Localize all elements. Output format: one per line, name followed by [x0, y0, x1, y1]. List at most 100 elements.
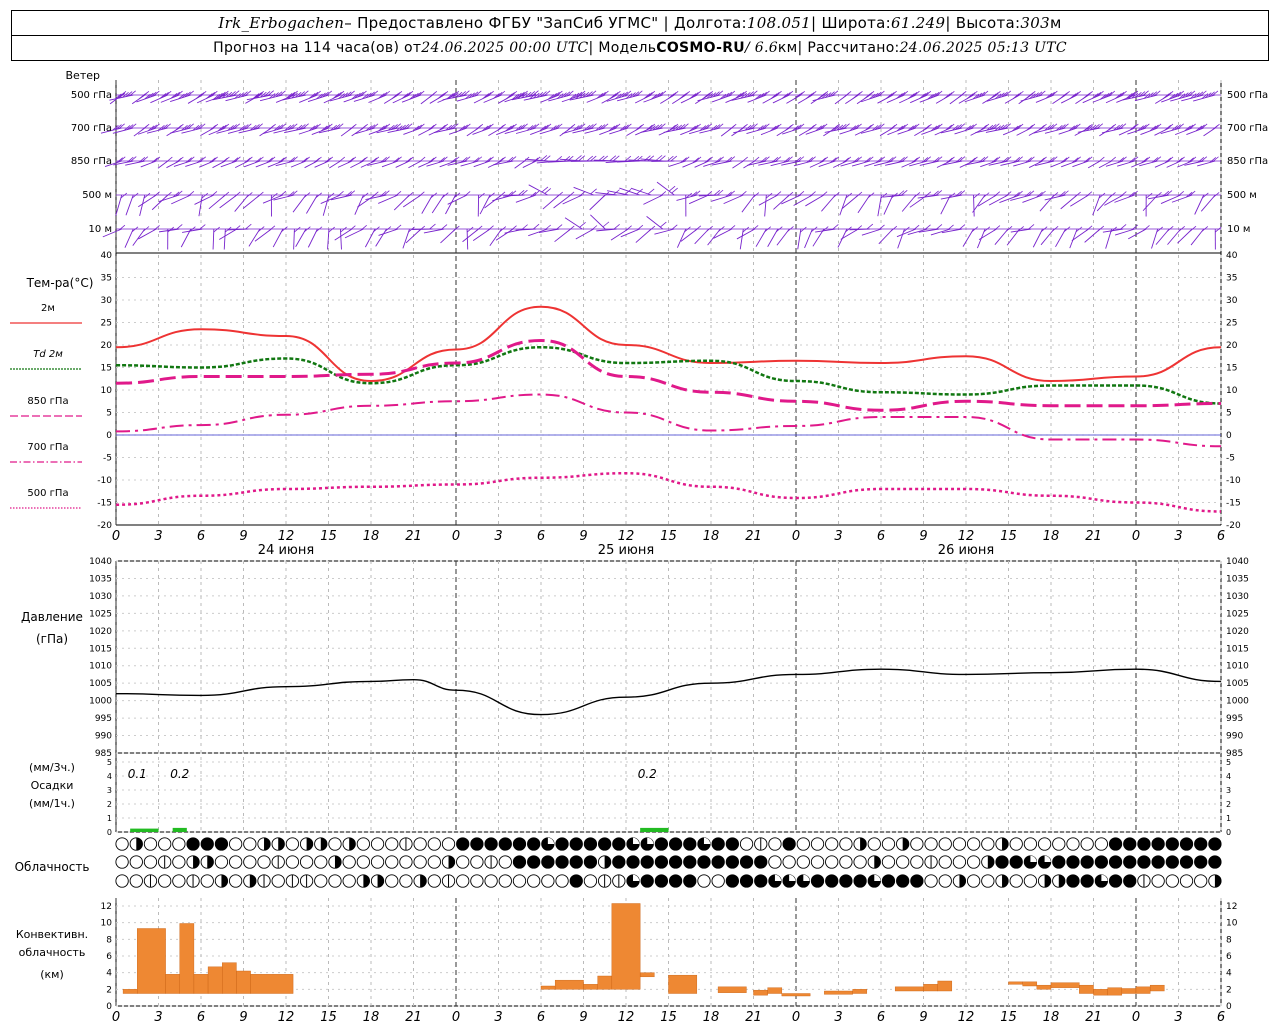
cloud-symbol [782, 855, 796, 869]
wind-feather [118, 224, 126, 231]
pressure-tick-label: 1025 [1226, 609, 1249, 619]
conv-bar [1107, 987, 1123, 996]
hour-tick-label: 21 [405, 529, 422, 544]
cloud-symbol [527, 874, 541, 888]
pressure-tick-label: 990 [95, 732, 112, 742]
wind-feather [294, 226, 301, 233]
cloud-symbol [285, 855, 300, 869]
cloud-symbol [739, 874, 754, 888]
cloud-symbol-half [860, 837, 867, 851]
cloud-symbol [385, 874, 399, 888]
wind-level-label: 700 гПа [1227, 123, 1268, 134]
wind-feather [740, 190, 747, 197]
cloud-symbol [555, 837, 569, 851]
cloud-symbol [810, 874, 825, 888]
wind-feather [590, 225, 598, 231]
precip-tick-label: 1 [1226, 814, 1231, 823]
precip-tick-label: 3 [107, 786, 112, 795]
precip-amount-label: 0.2 [638, 767, 657, 781]
wind-feather [671, 187, 678, 194]
wind-feather [613, 223, 620, 230]
cloud-symbol [754, 874, 768, 888]
legend-label: 700 гПа [27, 442, 68, 453]
wind-level-label: 500 м [82, 190, 112, 201]
conv-bar [781, 993, 811, 997]
cloud-symbol [385, 837, 399, 851]
wind-barb [272, 228, 284, 248]
cloud-symbol [512, 837, 527, 851]
cloud-symbol [328, 874, 342, 888]
wind-feather [1017, 90, 1024, 97]
temp-tick-label: 15 [1226, 364, 1237, 374]
hour-tick-label: 12 [618, 529, 635, 544]
hour-tick-label: 3 [834, 529, 842, 544]
temp-tick-label: 0 [1226, 431, 1232, 441]
wind-feather [340, 226, 347, 233]
cloud-symbol [668, 855, 683, 869]
cloud-symbol [115, 874, 129, 888]
cloud-symbol-half [959, 874, 966, 888]
wind-feather [201, 192, 209, 199]
cloud-symbol-half [278, 837, 285, 851]
cloud-symbol-quarter [633, 874, 640, 881]
pressure-tick-label: 1035 [89, 574, 112, 584]
wind-feather [842, 157, 850, 164]
cloud-symbol [1037, 837, 1052, 851]
temp-tick-label: 40 [101, 251, 113, 261]
cloud-symbol [768, 855, 782, 869]
cloud-symbol [470, 855, 484, 869]
cloud-symbol [427, 855, 441, 869]
cloud-symbol [725, 874, 740, 888]
cloud-symbol [328, 837, 342, 851]
cloud-symbol [512, 874, 527, 888]
conv-bar [894, 986, 924, 992]
cloud-symbol [796, 855, 810, 869]
conv-bar [222, 962, 237, 994]
cloud-symbol [1023, 874, 1038, 888]
hour-tick-label: 9 [239, 1010, 247, 1024]
wind-level-label: 850 гПа [71, 156, 112, 167]
conv-bar [923, 984, 938, 992]
wind-feather [660, 221, 667, 228]
hour-tick-label: 12 [958, 529, 975, 544]
cloud-symbol [1052, 837, 1066, 851]
conv-tick-label: 4 [1226, 969, 1232, 979]
precip-axis-title: Осадки [31, 779, 74, 792]
cloud-symbol [981, 874, 995, 888]
cloud-symbol-half [136, 837, 143, 851]
cloud-symbol [938, 855, 952, 869]
hour-tick-label: 18 [703, 1010, 720, 1024]
pressure-tick-label: 1020 [89, 627, 112, 637]
conv-bar [767, 987, 783, 994]
temp-tick-label: 25 [1226, 319, 1237, 329]
cloud-symbol [555, 874, 569, 888]
wind-feather [418, 191, 425, 198]
wind-feather [1085, 225, 1093, 232]
conv-tick-label: 2 [106, 985, 112, 995]
cloud-symbol-quarter [1101, 874, 1108, 881]
cloud-symbol-half [420, 874, 427, 888]
hour-tick-label: 15 [1000, 1010, 1017, 1024]
cloud-symbol [654, 837, 669, 851]
wind-barb [732, 160, 744, 169]
cloud-symbol [810, 837, 825, 851]
cloud-symbol-half [604, 855, 611, 869]
temp-tick-label: -10 [1226, 476, 1241, 486]
temp-tick-label: -5 [1226, 454, 1235, 464]
cloud-symbol [1123, 874, 1137, 888]
cloud-symbol [683, 874, 697, 888]
legend-label: 2м [41, 303, 55, 314]
conv-bar [193, 974, 209, 994]
cloud-symbol-half [1058, 874, 1065, 888]
hour-tick-label: 12 [618, 1010, 635, 1024]
precip-tick-label: 0 [1226, 828, 1231, 837]
wind-feather [809, 90, 817, 97]
wind-label: Ветер [66, 69, 100, 82]
cloud-symbol [115, 855, 129, 869]
cloud-symbol [527, 837, 541, 851]
cloud-symbol [214, 837, 229, 851]
hour-tick-label: 9 [239, 529, 247, 544]
cloud-symbol [541, 855, 555, 869]
conv-bar [611, 903, 641, 990]
conv-bar [1079, 984, 1094, 994]
